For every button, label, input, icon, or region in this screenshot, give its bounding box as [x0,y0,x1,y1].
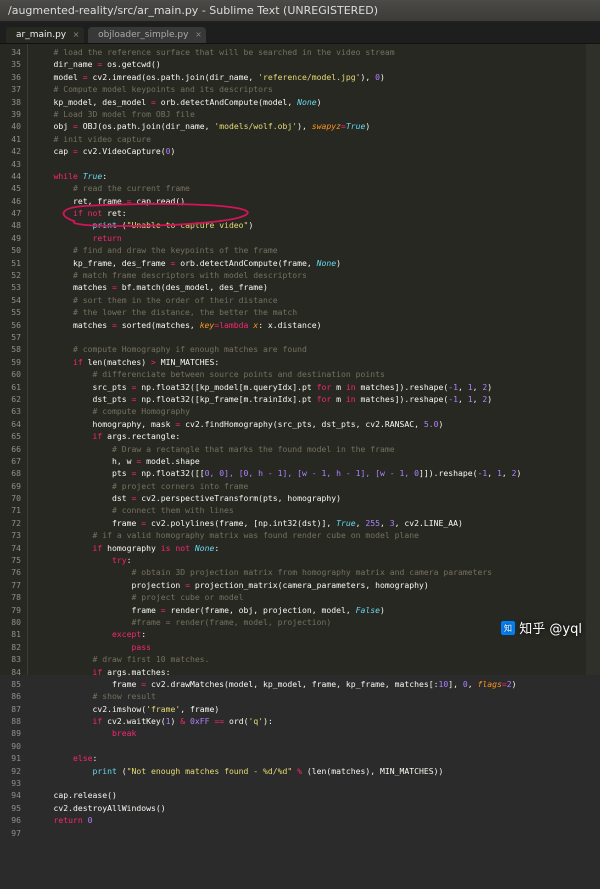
close-icon[interactable]: × [194,30,202,38]
tab-label: ar_main.py [16,30,66,40]
tab-label: objloader_simple.py [98,30,188,40]
window-title: /augmented-reality/src/ar_main.py - Subl… [8,4,378,17]
tab-objloader[interactable]: objloader_simple.py × [88,27,206,43]
minimap[interactable] [586,44,600,675]
code-area[interactable]: # load the reference surface that will b… [28,44,600,675]
line-number-gutter: 3435363738394041424344454647484950515253… [0,44,28,675]
code-editor[interactable]: 3435363738394041424344454647484950515253… [0,44,600,675]
svg-text:知: 知 [504,622,512,632]
tab-ar-main[interactable]: ar_main.py × [6,27,84,43]
watermark-text: 知乎 @yql [519,618,582,637]
window-titlebar: /augmented-reality/src/ar_main.py - Subl… [0,0,600,22]
tab-bar: ar_main.py × objloader_simple.py × [0,22,600,44]
watermark: 知 知乎 @yql [501,618,582,637]
close-icon[interactable]: × [72,30,80,38]
zhihu-icon: 知 [501,621,515,635]
